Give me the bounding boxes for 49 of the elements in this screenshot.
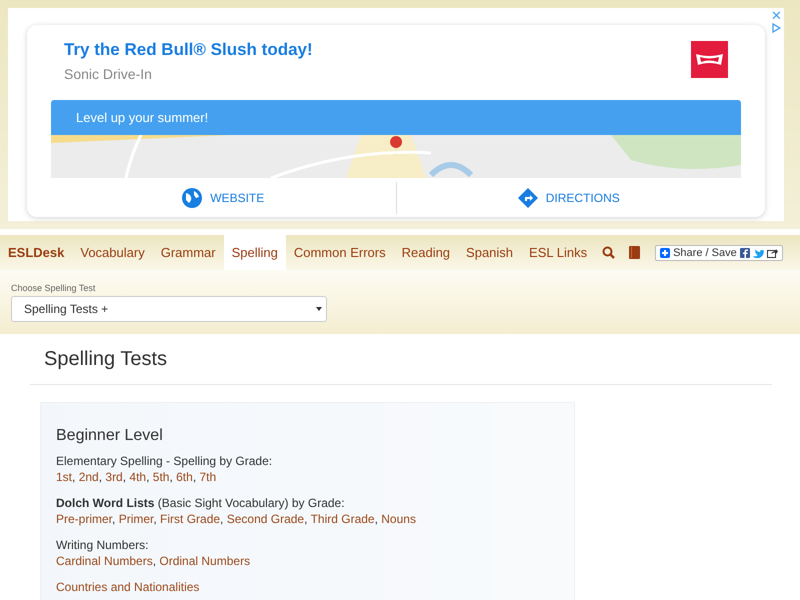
plus-icon — [660, 248, 670, 258]
group-label: Dolch Word Lists (Basic Sight Vocabulary) by Grade: — [56, 495, 346, 511]
test-link[interactable]: Pre-primer — [56, 512, 112, 526]
nav-tab[interactable]: Reading — [394, 235, 458, 270]
test-link[interactable]: 3rd — [105, 470, 123, 484]
directions-icon — [518, 188, 538, 208]
share-save-button[interactable]: Share / Save — [655, 244, 783, 260]
test-link[interactable]: 6th — [176, 470, 193, 484]
test-link[interactable]: 5th — [152, 470, 170, 484]
nav-tab[interactable]: Spelling — [224, 235, 286, 270]
nav-tab[interactable]: Spanish — [458, 235, 522, 270]
test-link[interactable]: Third Grade — [310, 512, 375, 526]
test-link[interactable]: First Grade — [160, 512, 220, 526]
group-label: Writing Numbers: — [56, 537, 150, 553]
test-link[interactable]: Primer — [118, 512, 154, 526]
spelling-test-dropdown[interactable]: Spelling Tests + — [11, 296, 327, 322]
link-list: Cardinal Numbers, Ordinal Numbers — [56, 553, 559, 569]
test-link[interactable]: 4th — [129, 470, 146, 484]
ad-choices-icon[interactable] — [772, 23, 781, 33]
nav-tab[interactable]: ESL Links — [521, 235, 596, 270]
test-link[interactable]: Countries and Nationalities — [56, 580, 200, 594]
website-link[interactable]: WEBSITE — [176, 182, 270, 214]
ad-headline[interactable]: Try the Red Bull® Slush today! — [64, 40, 313, 60]
facebook-icon — [740, 248, 750, 258]
test-link[interactable]: Second Grade — [226, 512, 304, 526]
test-link[interactable]: Cardinal Numbers — [56, 554, 153, 568]
link-list: 1st, 2nd, 3rd, 4th, 5th, 6th, 7th — [56, 469, 559, 485]
page-title: Spelling Tests — [44, 348, 168, 372]
ad-banner: Level up your summer! — [51, 100, 741, 135]
test-link[interactable]: Nouns — [381, 512, 416, 526]
directions-link[interactable]: DIRECTIONS — [512, 182, 626, 214]
section-title: Beginner Level — [56, 427, 164, 445]
search-icon[interactable] — [602, 246, 616, 259]
nav-tab[interactable]: Vocabulary — [72, 235, 153, 270]
logo-icon — [691, 41, 728, 78]
link-list: Pre-primer, Primer, First Grade, Second Grade, Third Grade, Nouns — [56, 511, 559, 527]
group-label: Elementary Spelling - Spelling by Grade: — [56, 453, 274, 469]
advertiser-name: Sonic Drive-In — [64, 66, 153, 82]
field-label: Choose Spelling Test — [11, 283, 96, 293]
test-link[interactable]: 7th — [199, 470, 216, 484]
test-link[interactable]: 2nd — [78, 470, 99, 484]
test-link[interactable]: Ordinal Numbers — [159, 554, 250, 568]
book-icon[interactable] — [629, 246, 640, 259]
nav-tab[interactable]: Grammar — [152, 235, 224, 270]
test-link[interactable]: 1st — [56, 470, 72, 484]
site-logo-link[interactable]: ESLDesk — [8, 235, 72, 270]
bird-icon — [752, 248, 764, 258]
nav-tab[interactable]: Common Errors — [286, 235, 394, 270]
caret-icon — [316, 307, 322, 311]
